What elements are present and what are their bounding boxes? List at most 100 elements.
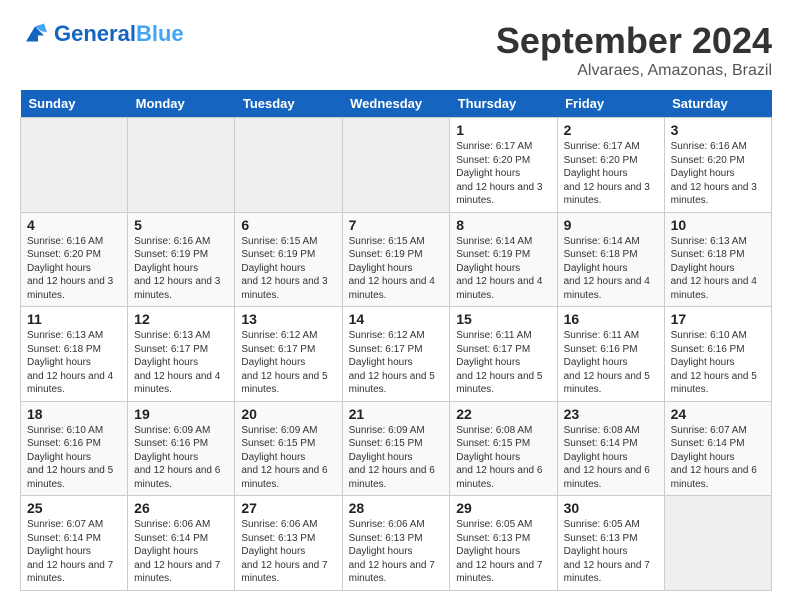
day-number: 8 [456, 217, 550, 233]
col-sunday: Sunday [21, 90, 128, 118]
table-row: 16 Sunrise: 6:11 AMSunset: 6:16 PMDaylig… [557, 307, 664, 402]
month-title: September 2024 [496, 20, 772, 62]
table-row: 18 Sunrise: 6:10 AMSunset: 6:16 PMDaylig… [21, 401, 128, 496]
day-info: Sunrise: 6:12 AMSunset: 6:17 PMDaylight … [349, 329, 444, 397]
col-tuesday: Tuesday [235, 90, 342, 118]
col-monday: Monday [128, 90, 235, 118]
day-number: 25 [27, 500, 121, 516]
day-info: Sunrise: 6:05 AMSunset: 6:13 PMDaylight … [564, 518, 658, 586]
table-row: 10 Sunrise: 6:13 AMSunset: 6:18 PMDaylig… [664, 212, 771, 307]
day-number: 11 [27, 311, 121, 327]
table-row: 5 Sunrise: 6:16 AMSunset: 6:19 PMDayligh… [128, 212, 235, 307]
logo-bird-icon [20, 20, 50, 48]
day-info: Sunrise: 6:07 AMSunset: 6:14 PMDaylight … [671, 424, 765, 492]
table-row: 3 Sunrise: 6:16 AMSunset: 6:20 PMDayligh… [664, 118, 771, 213]
day-info: Sunrise: 6:13 AMSunset: 6:18 PMDaylight … [671, 235, 765, 303]
day-number: 2 [564, 122, 658, 138]
table-row: 15 Sunrise: 6:11 AMSunset: 6:17 PMDaylig… [450, 307, 557, 402]
logo-blue: Blue [136, 21, 184, 46]
day-info: Sunrise: 6:11 AMSunset: 6:17 PMDaylight … [456, 329, 550, 397]
table-row: 25 Sunrise: 6:07 AMSunset: 6:14 PMDaylig… [21, 496, 128, 591]
table-row: 14 Sunrise: 6:12 AMSunset: 6:17 PMDaylig… [342, 307, 450, 402]
day-info: Sunrise: 6:14 AMSunset: 6:18 PMDaylight … [564, 235, 658, 303]
day-number: 19 [134, 406, 228, 422]
table-row: 9 Sunrise: 6:14 AMSunset: 6:18 PMDayligh… [557, 212, 664, 307]
day-info: Sunrise: 6:08 AMSunset: 6:14 PMDaylight … [564, 424, 658, 492]
table-row [342, 118, 450, 213]
day-number: 13 [241, 311, 335, 327]
table-row: 6 Sunrise: 6:15 AMSunset: 6:19 PMDayligh… [235, 212, 342, 307]
col-wednesday: Wednesday [342, 90, 450, 118]
day-number: 26 [134, 500, 228, 516]
day-info: Sunrise: 6:16 AMSunset: 6:20 PMDaylight … [671, 140, 765, 208]
day-number: 28 [349, 500, 444, 516]
table-row: 20 Sunrise: 6:09 AMSunset: 6:15 PMDaylig… [235, 401, 342, 496]
col-friday: Friday [557, 90, 664, 118]
day-number: 4 [27, 217, 121, 233]
day-info: Sunrise: 6:14 AMSunset: 6:19 PMDaylight … [456, 235, 550, 303]
title-block: September 2024 Alvaraes, Amazonas, Brazi… [496, 20, 772, 80]
day-info: Sunrise: 6:15 AMSunset: 6:19 PMDaylight … [349, 235, 444, 303]
table-row: 27 Sunrise: 6:06 AMSunset: 6:13 PMDaylig… [235, 496, 342, 591]
day-info: Sunrise: 6:15 AMSunset: 6:19 PMDaylight … [241, 235, 335, 303]
col-saturday: Saturday [664, 90, 771, 118]
day-info: Sunrise: 6:12 AMSunset: 6:17 PMDaylight … [241, 329, 335, 397]
day-info: Sunrise: 6:08 AMSunset: 6:15 PMDaylight … [456, 424, 550, 492]
page-header: GeneralBlue September 2024 Alvaraes, Ama… [20, 20, 772, 80]
day-number: 9 [564, 217, 658, 233]
calendar-body: 1 Sunrise: 6:17 AMSunset: 6:20 PMDayligh… [21, 118, 772, 591]
day-info: Sunrise: 6:16 AMSunset: 6:20 PMDaylight … [27, 235, 121, 303]
day-info: Sunrise: 6:06 AMSunset: 6:13 PMDaylight … [241, 518, 335, 586]
table-row: 17 Sunrise: 6:10 AMSunset: 6:16 PMDaylig… [664, 307, 771, 402]
table-row: 7 Sunrise: 6:15 AMSunset: 6:19 PMDayligh… [342, 212, 450, 307]
day-number: 27 [241, 500, 335, 516]
table-row: 2 Sunrise: 6:17 AMSunset: 6:20 PMDayligh… [557, 118, 664, 213]
table-row: 30 Sunrise: 6:05 AMSunset: 6:13 PMDaylig… [557, 496, 664, 591]
table-row: 4 Sunrise: 6:16 AMSunset: 6:20 PMDayligh… [21, 212, 128, 307]
day-info: Sunrise: 6:10 AMSunset: 6:16 PMDaylight … [671, 329, 765, 397]
calendar-week-row: 11 Sunrise: 6:13 AMSunset: 6:18 PMDaylig… [21, 307, 772, 402]
day-number: 20 [241, 406, 335, 422]
day-number: 22 [456, 406, 550, 422]
logo-general: General [54, 21, 136, 46]
logo: GeneralBlue [20, 20, 184, 48]
day-number: 23 [564, 406, 658, 422]
day-number: 12 [134, 311, 228, 327]
table-row: 8 Sunrise: 6:14 AMSunset: 6:19 PMDayligh… [450, 212, 557, 307]
table-row [21, 118, 128, 213]
day-number: 6 [241, 217, 335, 233]
table-row: 13 Sunrise: 6:12 AMSunset: 6:17 PMDaylig… [235, 307, 342, 402]
day-number: 16 [564, 311, 658, 327]
table-row: 26 Sunrise: 6:06 AMSunset: 6:14 PMDaylig… [128, 496, 235, 591]
day-info: Sunrise: 6:11 AMSunset: 6:16 PMDaylight … [564, 329, 658, 397]
day-number: 21 [349, 406, 444, 422]
day-number: 5 [134, 217, 228, 233]
table-row: 24 Sunrise: 6:07 AMSunset: 6:14 PMDaylig… [664, 401, 771, 496]
day-number: 24 [671, 406, 765, 422]
table-row: 21 Sunrise: 6:09 AMSunset: 6:15 PMDaylig… [342, 401, 450, 496]
calendar-week-row: 4 Sunrise: 6:16 AMSunset: 6:20 PMDayligh… [21, 212, 772, 307]
day-info: Sunrise: 6:05 AMSunset: 6:13 PMDaylight … [456, 518, 550, 586]
day-number: 18 [27, 406, 121, 422]
calendar-week-row: 25 Sunrise: 6:07 AMSunset: 6:14 PMDaylig… [21, 496, 772, 591]
table-row [128, 118, 235, 213]
day-info: Sunrise: 6:06 AMSunset: 6:14 PMDaylight … [134, 518, 228, 586]
day-number: 1 [456, 122, 550, 138]
day-info: Sunrise: 6:07 AMSunset: 6:14 PMDaylight … [27, 518, 121, 586]
day-info: Sunrise: 6:06 AMSunset: 6:13 PMDaylight … [349, 518, 444, 586]
table-row: 1 Sunrise: 6:17 AMSunset: 6:20 PMDayligh… [450, 118, 557, 213]
day-info: Sunrise: 6:17 AMSunset: 6:20 PMDaylight … [456, 140, 550, 208]
table-row: 19 Sunrise: 6:09 AMSunset: 6:16 PMDaylig… [128, 401, 235, 496]
day-info: Sunrise: 6:13 AMSunset: 6:18 PMDaylight … [27, 329, 121, 397]
day-number: 3 [671, 122, 765, 138]
table-row: 29 Sunrise: 6:05 AMSunset: 6:13 PMDaylig… [450, 496, 557, 591]
day-number: 15 [456, 311, 550, 327]
table-row [235, 118, 342, 213]
day-info: Sunrise: 6:09 AMSunset: 6:15 PMDaylight … [241, 424, 335, 492]
table-row: 11 Sunrise: 6:13 AMSunset: 6:18 PMDaylig… [21, 307, 128, 402]
day-info: Sunrise: 6:17 AMSunset: 6:20 PMDaylight … [564, 140, 658, 208]
day-info: Sunrise: 6:16 AMSunset: 6:19 PMDaylight … [134, 235, 228, 303]
day-number: 10 [671, 217, 765, 233]
day-info: Sunrise: 6:09 AMSunset: 6:15 PMDaylight … [349, 424, 444, 492]
calendar-header-row: Sunday Monday Tuesday Wednesday Thursday… [21, 90, 772, 118]
